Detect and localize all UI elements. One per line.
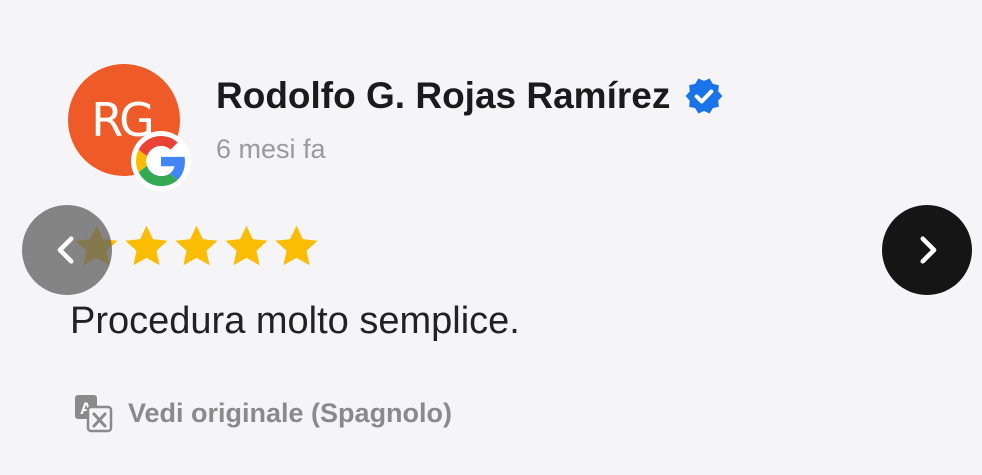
star-icon bbox=[272, 222, 321, 271]
author-row: Rodolfo G. Rojas Ramírez bbox=[216, 72, 724, 120]
next-review-button[interactable] bbox=[882, 205, 972, 295]
star-icon bbox=[222, 222, 271, 271]
star-icon bbox=[172, 222, 221, 271]
chevron-left-icon bbox=[57, 236, 74, 264]
translate-icon: A bbox=[72, 392, 114, 434]
star-icon bbox=[122, 222, 171, 271]
google-g-icon bbox=[131, 131, 191, 191]
review-text: Procedura molto semplice. bbox=[70, 300, 520, 342]
previous-review-button[interactable] bbox=[22, 205, 112, 295]
author-name[interactable]: Rodolfo G. Rojas Ramírez bbox=[216, 75, 670, 117]
see-original-link[interactable]: A Vedi originale (Spagnolo) bbox=[72, 392, 452, 434]
chevron-right-icon bbox=[920, 236, 937, 264]
verified-badge-icon bbox=[684, 76, 724, 116]
see-original-label[interactable]: Vedi originale (Spagnolo) bbox=[128, 398, 452, 429]
review-card: RG Rodolfo G. Rojas Ramírez 6 mesi fa Pr… bbox=[0, 0, 982, 475]
review-time: 6 mesi fa bbox=[216, 134, 326, 164]
